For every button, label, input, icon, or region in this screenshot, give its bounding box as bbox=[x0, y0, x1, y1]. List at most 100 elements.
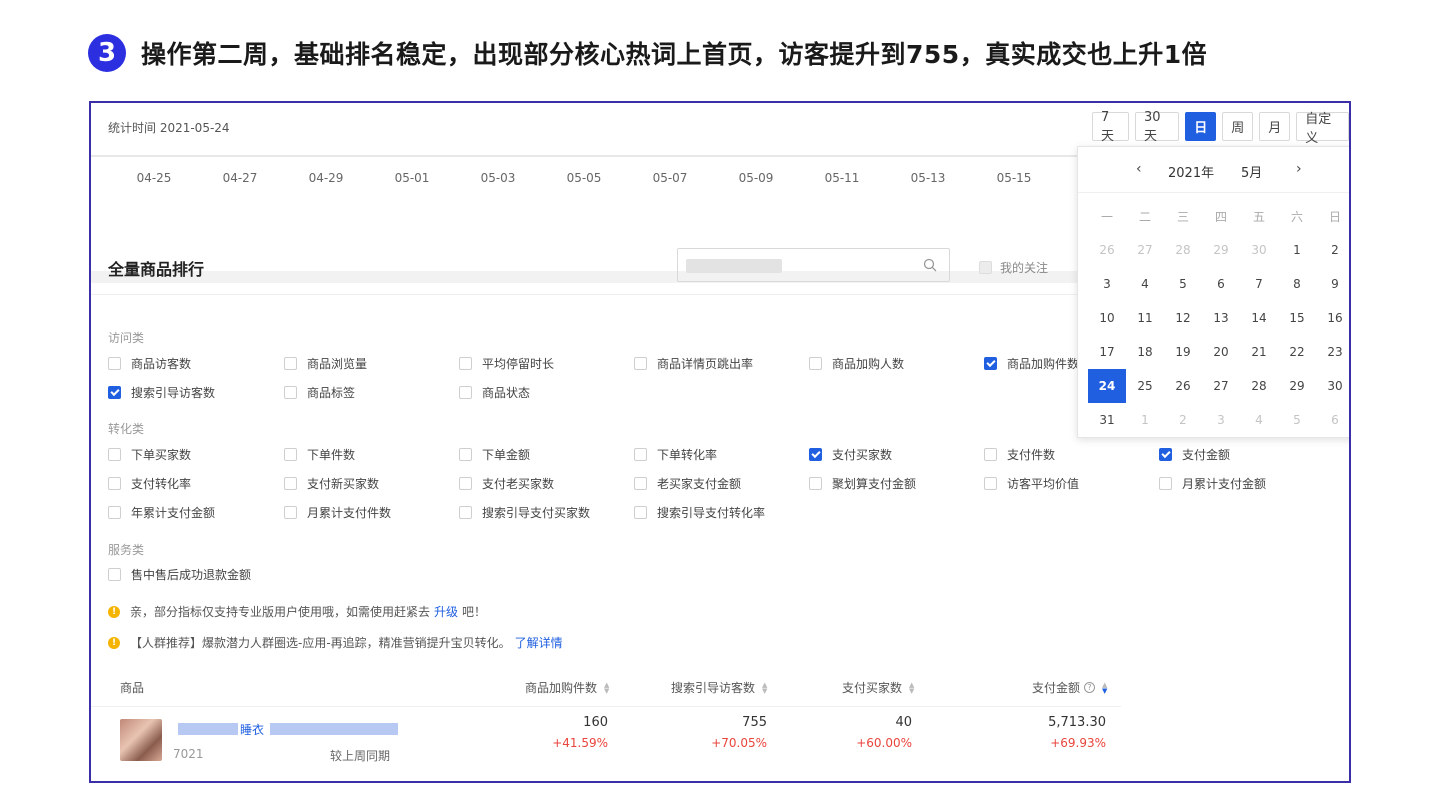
metric-checkbox-item[interactable]: 老买家支付金额 bbox=[634, 475, 741, 492]
checkbox-checked[interactable] bbox=[984, 357, 997, 370]
range-7d-button[interactable]: 7天 bbox=[1092, 110, 1129, 144]
checkbox[interactable] bbox=[459, 448, 472, 461]
metric-checkbox-item[interactable]: 聚划算支付金额 bbox=[809, 475, 916, 492]
calendar-day[interactable]: 12 bbox=[1164, 301, 1202, 335]
checkbox[interactable] bbox=[634, 477, 647, 490]
metric-checkbox-item[interactable]: 访客平均价值 bbox=[984, 475, 1079, 492]
metric-checkbox-item[interactable]: 搜索引导支付转化率 bbox=[634, 504, 765, 521]
calendar-day-selected[interactable]: 24 bbox=[1088, 369, 1126, 403]
checkbox[interactable] bbox=[634, 448, 647, 461]
my-follow-checkbox[interactable]: 我的关注 bbox=[979, 259, 1048, 276]
checkbox[interactable] bbox=[984, 448, 997, 461]
metric-checkbox-item[interactable]: 商品详情页跳出率 bbox=[634, 355, 753, 372]
checkbox[interactable] bbox=[108, 477, 121, 490]
chevron-left-icon[interactable]: ‹ bbox=[1136, 161, 1142, 177]
calendar-day[interactable]: 3 bbox=[1088, 267, 1126, 301]
checkbox[interactable] bbox=[459, 477, 472, 490]
metric-checkbox-item[interactable]: 搜索引导访客数 bbox=[108, 384, 215, 401]
metric-checkbox-item[interactable]: 下单转化率 bbox=[634, 446, 717, 463]
range-30d-button[interactable]: 30天 bbox=[1134, 110, 1180, 144]
metric-checkbox-item[interactable]: 年累计支付金额 bbox=[108, 504, 215, 521]
calendar-day[interactable]: 4 bbox=[1126, 267, 1164, 301]
checkbox[interactable] bbox=[1159, 477, 1172, 490]
calendar-day[interactable]: 13 bbox=[1202, 301, 1240, 335]
checkbox[interactable] bbox=[284, 477, 297, 490]
checkbox-checked[interactable] bbox=[809, 448, 822, 461]
range-month-button[interactable]: 月 bbox=[1259, 112, 1291, 141]
checkbox[interactable] bbox=[459, 357, 472, 370]
sort-desc-icon[interactable]: ▲ ▼ bbox=[1102, 681, 1107, 694]
calendar-day[interactable]: 1 bbox=[1126, 403, 1164, 437]
metric-checkbox-item[interactable]: 支付老买家数 bbox=[459, 475, 554, 492]
metric-checkbox-item[interactable]: 商品访客数 bbox=[108, 355, 191, 372]
table-row[interactable]: 睡衣 7021 较上周同期 160 +41.59% 755 +70.05% 40 +6… bbox=[108, 715, 1118, 765]
col-paying-buyers[interactable]: 支付买家数 ▲ ▼ bbox=[842, 679, 914, 696]
range-week-button[interactable]: 周 bbox=[1222, 112, 1254, 141]
calendar-day[interactable]: 5 bbox=[1164, 267, 1202, 301]
sort-icon[interactable]: ▲ ▼ bbox=[762, 681, 767, 694]
checkbox[interactable] bbox=[108, 568, 121, 581]
metric-checkbox-item[interactable]: 商品状态 bbox=[459, 384, 530, 401]
checkbox[interactable] bbox=[108, 448, 121, 461]
calendar-day[interactable]: 29 bbox=[1278, 369, 1316, 403]
calendar-day[interactable]: 10 bbox=[1088, 301, 1126, 335]
calendar-day[interactable]: 3 bbox=[1202, 403, 1240, 437]
calendar-day[interactable]: 21 bbox=[1240, 335, 1278, 369]
calendar-day[interactable]: 27 bbox=[1126, 233, 1164, 267]
checkbox[interactable] bbox=[108, 506, 121, 519]
calendar-day[interactable]: 30 bbox=[1316, 369, 1349, 403]
calendar-day[interactable]: 25 bbox=[1126, 369, 1164, 403]
metric-checkbox-item[interactable]: 支付买家数 bbox=[809, 446, 892, 463]
calendar-day[interactable]: 23 bbox=[1316, 335, 1349, 369]
calendar-day[interactable]: 2 bbox=[1316, 233, 1349, 267]
checkbox[interactable] bbox=[634, 357, 647, 370]
col-pay-amount[interactable]: 支付金额? ▲ ▼ bbox=[1032, 679, 1107, 696]
col-search-visitors[interactable]: 搜索引导访客数 ▲ ▼ bbox=[671, 679, 767, 696]
checkbox[interactable] bbox=[979, 261, 992, 274]
calendar-day[interactable]: 26 bbox=[1088, 233, 1126, 267]
calendar-day[interactable]: 15 bbox=[1278, 301, 1316, 335]
metric-checkbox-item[interactable]: 平均停留时长 bbox=[459, 355, 554, 372]
metric-checkbox-item[interactable]: 月累计支付件数 bbox=[284, 504, 391, 521]
metric-checkbox-item[interactable]: 售中售后成功退款金额 bbox=[108, 566, 251, 583]
sort-icon[interactable]: ▲ ▼ bbox=[604, 681, 609, 694]
calendar-day[interactable]: 27 bbox=[1202, 369, 1240, 403]
metric-checkbox-item[interactable]: 月累计支付金额 bbox=[1159, 475, 1266, 492]
search-input[interactable] bbox=[677, 248, 950, 282]
metric-checkbox-item[interactable]: 下单买家数 bbox=[108, 446, 191, 463]
calendar-month[interactable]: 5月 bbox=[1241, 162, 1262, 181]
metric-checkbox-item[interactable]: 支付件数 bbox=[984, 446, 1055, 463]
metric-checkbox-item[interactable]: 搜索引导支付买家数 bbox=[459, 504, 590, 521]
calendar-day[interactable]: 6 bbox=[1316, 403, 1349, 437]
metric-checkbox-item[interactable]: 下单金额 bbox=[459, 446, 530, 463]
upgrade-link[interactable]: 升级 bbox=[434, 603, 458, 620]
learn-more-link[interactable]: 了解详情 bbox=[515, 634, 563, 651]
checkbox-checked[interactable] bbox=[108, 386, 121, 399]
sort-icon[interactable]: ▲ ▼ bbox=[909, 681, 914, 694]
calendar-year[interactable]: 2021年 bbox=[1168, 162, 1214, 181]
metric-checkbox-item[interactable]: 商品加购人数 bbox=[809, 355, 904, 372]
checkbox[interactable] bbox=[459, 506, 472, 519]
search-icon[interactable] bbox=[923, 258, 937, 272]
calendar-day[interactable]: 5 bbox=[1278, 403, 1316, 437]
calendar-day[interactable]: 11 bbox=[1126, 301, 1164, 335]
checkbox[interactable] bbox=[284, 386, 297, 399]
checkbox[interactable] bbox=[984, 477, 997, 490]
calendar-day[interactable]: 6 bbox=[1202, 267, 1240, 301]
metric-checkbox-item[interactable]: 下单件数 bbox=[284, 446, 355, 463]
metric-checkbox-item[interactable]: 商品标签 bbox=[284, 384, 355, 401]
metric-checkbox-item[interactable]: 支付金额 bbox=[1159, 446, 1230, 463]
calendar-day[interactable]: 26 bbox=[1164, 369, 1202, 403]
calendar-day[interactable]: 8 bbox=[1278, 267, 1316, 301]
product-name-link[interactable]: 睡衣 bbox=[178, 721, 398, 737]
calendar-day[interactable]: 29 bbox=[1202, 233, 1240, 267]
calendar-day[interactable]: 20 bbox=[1202, 335, 1240, 369]
product-thumbnail[interactable] bbox=[120, 719, 162, 761]
calendar-day[interactable]: 16 bbox=[1316, 301, 1349, 335]
calendar-day[interactable]: 30 bbox=[1240, 233, 1278, 267]
calendar-day[interactable]: 9 bbox=[1316, 267, 1349, 301]
checkbox[interactable] bbox=[634, 506, 647, 519]
range-custom-button[interactable]: 自定义 bbox=[1296, 112, 1349, 146]
chevron-right-icon[interactable]: › bbox=[1296, 161, 1302, 177]
calendar-day[interactable]: 14 bbox=[1240, 301, 1278, 335]
